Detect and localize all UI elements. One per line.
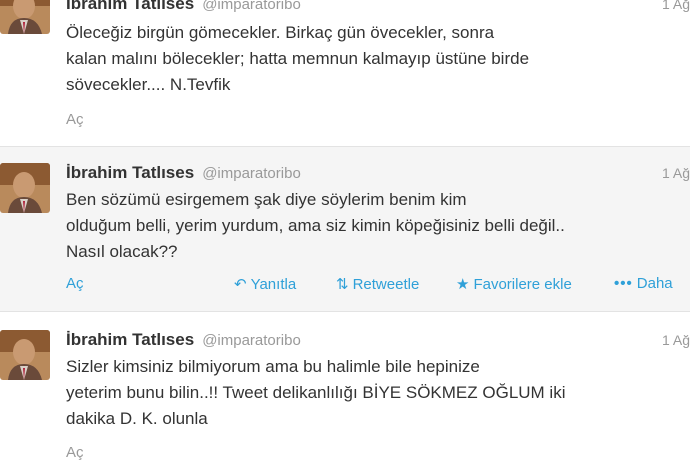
tweet-text: Ben sözümü esirgemem şak diye söylerim b… (66, 187, 690, 265)
retweet-button[interactable]: ⇅ Retweetle (336, 275, 419, 293)
avatar-photo (0, 0, 50, 34)
favorite-label: Favorilere ekle (473, 276, 572, 293)
user-handle[interactable]: @imparatoribo (202, 165, 301, 182)
more-dots-icon: ••• (614, 275, 633, 292)
tweet-item[interactable]: İbrahim Tatlıses @imparatoribo 1 Ağ Ben s… (0, 147, 690, 311)
retweet-label: Retweetle (352, 276, 420, 293)
tweet-header: İbrahim Tatlıses @imparatoribo 1 Ağ (66, 330, 690, 352)
more-button[interactable]: ••• Daha (614, 275, 673, 292)
tweet-text-line: Ben sözümü esirgemem şak diye söylerim b… (66, 190, 467, 209)
avatar[interactable] (0, 0, 50, 34)
retweet-icon: ⇅ (336, 276, 349, 293)
tweet-text-line: kalan malını bölecekler; hatta memnun ka… (66, 49, 530, 68)
tweet-timestamp[interactable]: 1 Ağ (662, 0, 690, 12)
tweet-text-line: Öleceğiz birgün gömecekler. Birkaç gün ö… (66, 23, 495, 42)
tweet-text-line: dakika D. K. olunla (66, 409, 208, 428)
tweet-header: İbrahim Tatlıses @imparatoribo 1 Ağ (66, 0, 690, 16)
avatar[interactable] (0, 163, 50, 213)
tweet-text-line: yeterim bunu bilin..!! Tweet delikanlılı… (66, 383, 566, 402)
tweet-text-line: olduğum belli, yerim yurdum, ama siz kim… (66, 216, 565, 235)
avatar-photo (0, 163, 50, 213)
user-handle[interactable]: @imparatoribo (202, 332, 301, 349)
tweet-text-line: Nasıl olacak?? (66, 242, 178, 261)
tweet-text: Öleceğiz birgün gömecekler. Birkaç gün ö… (66, 20, 690, 98)
tweet-actions: Aç ↶ Yanıtla ⇅ Retweetle ★ Favorilere ekle … (66, 275, 690, 297)
reply-arrow-icon: ↶ (234, 276, 247, 293)
tweet-actions: Aç (66, 111, 690, 133)
avatar-photo (0, 330, 50, 380)
reply-button[interactable]: ↶ Yanıtla (234, 275, 296, 293)
expand-link[interactable]: Aç (66, 275, 84, 292)
expand-link[interactable]: Aç (66, 111, 84, 128)
tweet-item[interactable]: İbrahim Tatlıses @imparatoribo 1 Ağ Sizle… (0, 312, 690, 472)
reply-label: Yanıtla (250, 276, 297, 293)
more-label: Daha (636, 275, 673, 292)
user-handle[interactable]: @imparatoribo (202, 0, 301, 13)
favorite-button[interactable]: ★ Favorilere ekle (456, 275, 572, 293)
avatar[interactable] (0, 330, 50, 380)
user-name[interactable]: İbrahim Tatlıses (66, 330, 194, 349)
tweet-text-line: sövecekler.... N.Tevfik (66, 75, 231, 94)
tweet-header: İbrahim Tatlıses @imparatoribo 1 Ağ (66, 163, 690, 185)
expand-link[interactable]: Aç (66, 444, 84, 461)
tweet-item[interactable]: İbrahim Tatlıses @imparatoribo 1 Ağ Ölece… (0, 0, 690, 142)
tweet-text: Sizler kimsiniz bilmiyorum ama bu haliml… (66, 354, 690, 432)
star-icon: ★ (456, 276, 470, 293)
tweet-actions: Aç (66, 444, 690, 466)
tweet-timeline: İbrahim Tatlıses @imparatoribo 1 Ağ Ölece… (0, 0, 690, 461)
tweet-timestamp[interactable]: 1 Ağ (662, 332, 690, 348)
user-name[interactable]: İbrahim Tatlıses (66, 0, 194, 13)
user-name[interactable]: İbrahim Tatlıses (66, 163, 194, 182)
tweet-text-line: Sizler kimsiniz bilmiyorum ama bu haliml… (66, 357, 480, 376)
tweet-timestamp[interactable]: 1 Ağ (662, 165, 690, 181)
